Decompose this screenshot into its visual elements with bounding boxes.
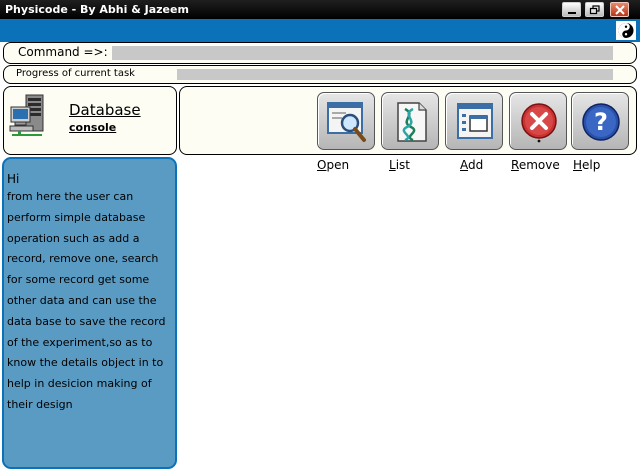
add-label: Add bbox=[460, 158, 484, 172]
remove-button[interactable] bbox=[509, 92, 567, 150]
title-bar[interactable]: Physicode - By Abhi & Jazeem bbox=[0, 0, 640, 19]
header-band bbox=[0, 19, 640, 42]
remove-label: Remove bbox=[511, 158, 560, 172]
info-panel: Hi from here the user can perform simple… bbox=[2, 157, 177, 469]
app-window: Physicode - By Abhi & Jazeem Command =>:… bbox=[0, 0, 640, 469]
progress-bar bbox=[177, 69, 613, 80]
dna-document-icon bbox=[397, 102, 427, 142]
minimize-button[interactable] bbox=[562, 2, 581, 17]
info-greeting: Hi bbox=[7, 172, 20, 186]
close-button[interactable] bbox=[610, 2, 629, 17]
open-button[interactable] bbox=[317, 92, 375, 150]
info-text-block: Hi from here the user can perform simple… bbox=[7, 171, 175, 416]
close-icon bbox=[615, 5, 625, 15]
database-subtitle: console bbox=[69, 121, 117, 134]
svg-text:?: ? bbox=[594, 108, 608, 136]
red-x-icon bbox=[521, 103, 557, 143]
add-button[interactable] bbox=[445, 92, 503, 150]
restore-button[interactable] bbox=[585, 2, 604, 17]
list-button[interactable] bbox=[381, 92, 439, 150]
add-window-icon bbox=[457, 103, 493, 139]
magnifier-window-icon bbox=[327, 102, 366, 142]
progress-label: Progress of current task bbox=[16, 68, 135, 79]
info-description: from here the user can perform simple da… bbox=[7, 190, 166, 411]
database-title: Database bbox=[69, 101, 141, 119]
yin-yang-logo-icon bbox=[616, 21, 636, 40]
restore-icon bbox=[589, 5, 600, 15]
open-label: Open bbox=[317, 158, 350, 172]
command-bar: Command =>: bbox=[3, 42, 637, 64]
command-input[interactable] bbox=[112, 46, 613, 60]
minimize-icon bbox=[568, 12, 576, 14]
database-header: Database console bbox=[3, 86, 177, 155]
list-label: List bbox=[389, 158, 410, 172]
database-server-icon bbox=[9, 94, 44, 136]
question-icon: ? bbox=[582, 103, 620, 141]
window-title: Physicode - By Abhi & Jazeem bbox=[5, 3, 189, 16]
progress-bar-row: Progress of current task bbox=[3, 65, 637, 84]
command-label: Command =>: bbox=[18, 45, 108, 59]
help-label: Help bbox=[573, 158, 601, 172]
help-button[interactable]: ? bbox=[571, 92, 629, 150]
